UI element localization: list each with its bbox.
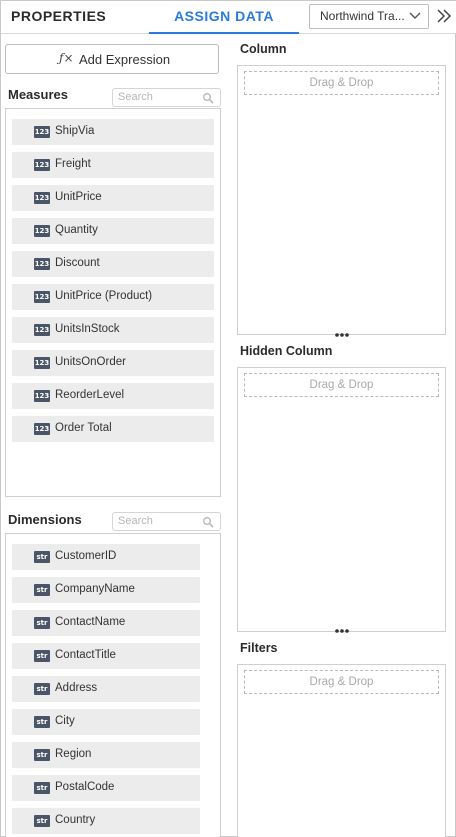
- add-expression-button[interactable]: ƒ× Add Expression: [5, 44, 219, 74]
- field-label: Discount: [55, 257, 100, 269]
- field-label: Quantity: [55, 224, 98, 236]
- dimension-field-item[interactable]: str CompanyName: [12, 577, 200, 603]
- string-type-icon: str: [34, 782, 50, 794]
- double-chevron-right-icon[interactable]: [435, 8, 453, 24]
- dimension-field-item[interactable]: str Address: [12, 676, 200, 702]
- dimensions-search-placeholder: Search: [118, 515, 153, 527]
- dimensions-title: Dimensions: [8, 512, 82, 527]
- numeric-type-icon: 123: [34, 225, 50, 237]
- string-type-icon: str: [34, 617, 50, 629]
- field-label: Freight: [55, 158, 91, 170]
- datasource-select[interactable]: Northwind Tra...: [309, 4, 429, 29]
- add-expression-label: Add Expression: [79, 52, 171, 67]
- dimension-field-item[interactable]: str ContactName: [12, 610, 200, 636]
- field-label: Order Total: [55, 422, 112, 434]
- hidden-column-title: Hidden Column: [240, 344, 333, 358]
- filters-drop-zone[interactable]: Drag & Drop: [244, 670, 439, 694]
- panel-tabs: PROPERTIES ASSIGN DATA Northwind Tra...: [1, 1, 456, 34]
- filters-drop-box[interactable]: Drag & Drop: [237, 664, 446, 837]
- numeric-type-icon: 123: [34, 390, 50, 402]
- measure-field-item[interactable]: 123 UnitPrice (Product): [12, 284, 214, 310]
- filters-title: Filters: [240, 641, 278, 655]
- numeric-type-icon: 123: [34, 258, 50, 270]
- field-label: UnitsOnOrder: [55, 356, 126, 368]
- measures-search-placeholder: Search: [118, 91, 153, 103]
- tab-assign-data[interactable]: ASSIGN DATA: [149, 1, 299, 34]
- field-label: UnitsInStock: [55, 323, 120, 335]
- field-label: Country: [55, 814, 96, 826]
- numeric-type-icon: 123: [34, 357, 50, 369]
- dimension-field-item[interactable]: str ContactTitle: [12, 643, 200, 669]
- measures-search-input[interactable]: Search: [112, 88, 221, 107]
- dimension-field-item[interactable]: str Region: [12, 742, 200, 768]
- tab-properties[interactable]: PROPERTIES: [11, 1, 106, 34]
- column-drop-box[interactable]: Drag & Drop: [237, 65, 446, 335]
- column-title: Column: [240, 42, 287, 56]
- function-icon: ƒ×: [59, 51, 74, 65]
- measure-field-item[interactable]: 123 Quantity: [12, 218, 214, 244]
- numeric-type-icon: 123: [34, 291, 50, 303]
- measure-field-item[interactable]: 123 Discount: [12, 251, 214, 277]
- dimension-field-item[interactable]: str City: [12, 709, 200, 735]
- measure-field-item[interactable]: 123 UnitPrice: [12, 185, 214, 211]
- field-label: ShipVia: [55, 125, 95, 137]
- measure-field-item[interactable]: 123 UnitsOnOrder: [12, 350, 214, 376]
- assign-data-panel: PROPERTIES ASSIGN DATA Northwind Tra... …: [0, 0, 456, 837]
- measure-field-item[interactable]: 123 ShipVia: [12, 119, 214, 145]
- string-type-icon: str: [34, 683, 50, 695]
- hidden-column-drop-zone[interactable]: Drag & Drop: [244, 373, 439, 397]
- numeric-type-icon: 123: [34, 324, 50, 336]
- measure-field-item[interactable]: 123 Order Total: [12, 416, 214, 442]
- hidden-column-drop-box[interactable]: Drag & Drop: [237, 367, 446, 632]
- field-label: PostalCode: [55, 781, 115, 793]
- dimension-field-item[interactable]: str CustomerID: [12, 544, 200, 570]
- numeric-type-icon: 123: [34, 423, 50, 435]
- datasource-select-value: Northwind Tra...: [320, 9, 405, 23]
- string-type-icon: str: [34, 716, 50, 728]
- field-label: UnitPrice: [55, 191, 102, 203]
- field-label: City: [55, 715, 75, 727]
- field-label: UnitPrice (Product): [55, 290, 153, 302]
- numeric-type-icon: 123: [34, 192, 50, 204]
- chevron-down-icon: [409, 12, 421, 19]
- column-drop-placeholder: Drag & Drop: [309, 77, 374, 89]
- field-label: ReorderLevel: [55, 389, 125, 401]
- measure-field-item[interactable]: 123 ReorderLevel: [12, 383, 214, 409]
- measures-list: 123 ShipVia 123 Freight 123 UnitPrice 123 Quant…: [5, 108, 221, 497]
- string-type-icon: str: [34, 749, 50, 761]
- numeric-type-icon: 123: [34, 126, 50, 138]
- measure-field-item[interactable]: 123 Freight: [12, 152, 214, 178]
- dimensions-search-input[interactable]: Search: [112, 512, 221, 531]
- dimension-field-item[interactable]: str PostalCode: [12, 775, 200, 801]
- column-drop-zone[interactable]: Drag & Drop: [244, 71, 439, 95]
- hidden-column-drop-placeholder: Drag & Drop: [309, 379, 374, 391]
- dimension-field-item[interactable]: str Country: [12, 808, 200, 834]
- numeric-type-icon: 123: [34, 159, 50, 171]
- field-label: Region: [55, 748, 92, 760]
- search-icon: [203, 93, 214, 104]
- resize-handle-icon[interactable]: [334, 628, 350, 634]
- filters-drop-placeholder: Drag & Drop: [309, 676, 374, 688]
- field-label: ContactName: [55, 616, 126, 628]
- field-label: CompanyName: [55, 583, 135, 595]
- string-type-icon: str: [34, 815, 50, 827]
- measure-field-item[interactable]: 123 UnitsInStock: [12, 317, 214, 343]
- search-icon: [203, 517, 214, 528]
- dimensions-list: str CustomerID str CompanyName str ContactNam…: [5, 533, 221, 837]
- field-label: Address: [55, 682, 98, 694]
- field-label: ContactTitle: [55, 649, 116, 661]
- resize-handle-icon[interactable]: [334, 332, 350, 338]
- string-type-icon: str: [34, 650, 50, 662]
- string-type-icon: str: [34, 584, 50, 596]
- string-type-icon: str: [34, 551, 50, 563]
- measures-title: Measures: [8, 87, 68, 102]
- field-label: CustomerID: [55, 550, 117, 562]
